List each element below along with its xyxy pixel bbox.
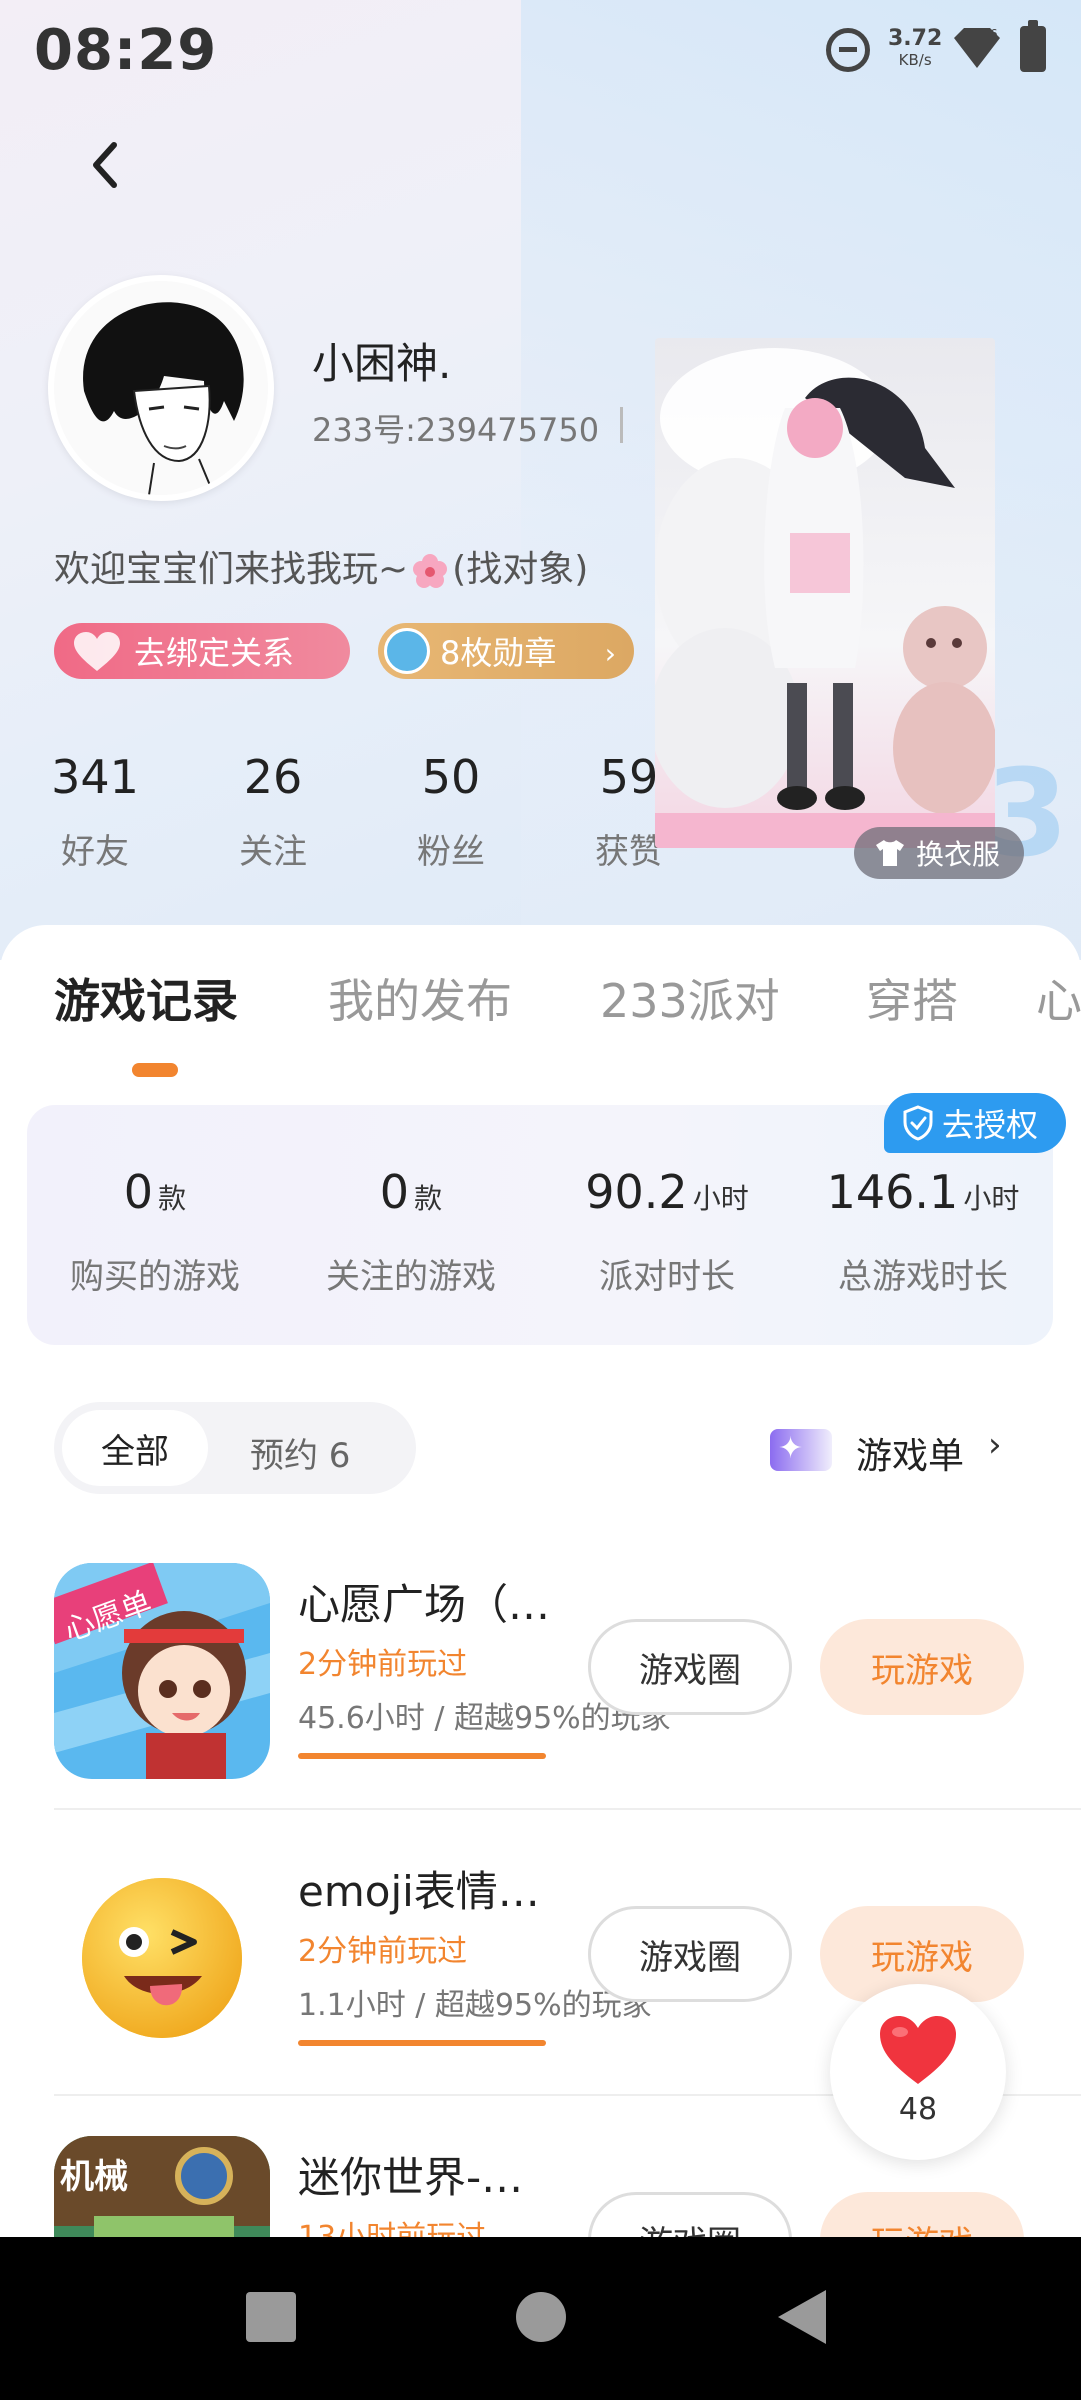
profile-stats: 341 好友 26 关注 50 粉丝 59 获赞 (30, 750, 670, 880)
avatar-character-figure[interactable] (655, 338, 995, 848)
play-game-button[interactable]: 玩游戏 (820, 1619, 1024, 1715)
last-played: 13小时前玩过 (298, 2212, 486, 2237)
sparkle-icon (770, 1429, 832, 1471)
flower-emoji-icon (413, 554, 448, 588)
filter-reserve[interactable]: 预约 6 (250, 1428, 350, 1477)
tab-233-party[interactable]: 233派对 (600, 965, 780, 1031)
tab-game-records[interactable]: 游戏记录 (54, 965, 238, 1031)
game-circle-button[interactable]: 游戏圈 (588, 1619, 792, 1715)
tab-outfits[interactable]: 穿搭 (866, 965, 958, 1031)
signal-icon: 6 (954, 27, 1000, 68)
medal-icon (384, 628, 430, 674)
play-game-button[interactable]: 玩游戏 (820, 2192, 1024, 2237)
status-time: 08:29 (34, 18, 218, 83)
game-list-link[interactable]: 游戏单 › (770, 1425, 1030, 1477)
summary-party-time[interactable]: 90.2 小时 派对时长 (539, 1165, 795, 1298)
avatar-illustration (54, 281, 268, 495)
nickname: 小困神. (312, 339, 452, 388)
heart-icon (880, 2016, 956, 2084)
network-speed: 3.72 KB/s (888, 26, 943, 69)
medals-button[interactable]: 8枚勋章 › (378, 623, 634, 679)
last-played: 2分钟前玩过 (298, 1647, 468, 1682)
home-button[interactable] (516, 2292, 566, 2342)
play-progress-bar (298, 2040, 546, 2046)
do-not-disturb-icon (826, 28, 870, 72)
svg-text:6: 6 (990, 27, 998, 41)
game-title: 迷你世界-… (298, 2153, 524, 2202)
status-bar: 08:29 3.72 KB/s 6 (0, 0, 1081, 110)
game-icon-mini-world[interactable]: 机械 (54, 2136, 270, 2237)
nav-back-button[interactable] (778, 2290, 826, 2344)
back-arrow-icon[interactable] (80, 135, 130, 195)
divider (54, 1808, 1081, 1810)
game-icon-emoji[interactable] (54, 1850, 270, 2066)
play-progress-bar (298, 1753, 546, 1759)
character-illustration (655, 348, 995, 848)
stat-friends[interactable]: 341 好友 (30, 750, 160, 873)
heart-icon (74, 632, 120, 671)
summary-followed[interactable]: 0 款 关注的游戏 (283, 1165, 539, 1298)
game-row[interactable]: 心愿单 心愿广场（… 2分钟前玩过 45.6小时 / 超越95%的玩家 游戏圈 … (0, 1563, 1081, 1848)
summary-total-time[interactable]: 146.1 小时 总游戏时长 (795, 1165, 1051, 1298)
last-played: 2分钟前玩过 (298, 1934, 468, 1969)
chevron-right-icon: › (988, 1425, 1002, 1465)
game-title: emoji表情… (298, 1867, 540, 1916)
play-hours: 1.1小时 / 超越95%的玩家 (298, 1988, 652, 2023)
game-title: 心愿广场（… (298, 1580, 551, 1629)
profile-tabs: 游戏记录 我的发布 233派对 穿搭 心 (0, 965, 1081, 1055)
svg-text:机械: 机械 (60, 2157, 128, 2197)
id-separator (620, 407, 623, 443)
user-id[interactable]: 233号:239475750 (312, 405, 599, 451)
stat-fans[interactable]: 50 粉丝 (386, 750, 516, 873)
battery-icon (1020, 20, 1046, 72)
avatar[interactable] (48, 275, 274, 501)
like-count: 48 (898, 2092, 938, 2127)
change-outfit-button[interactable]: 换衣服 (854, 827, 1024, 879)
game-icon-wish-plaza[interactable]: 心愿单 (54, 1563, 270, 1779)
filter-all[interactable]: 全部 (62, 1410, 208, 1486)
active-tab-indicator (132, 1063, 178, 1077)
like-floating-button[interactable]: 48 (830, 1984, 1006, 2160)
shield-check-icon (903, 1105, 933, 1141)
game-circle-button[interactable]: 游戏圈 (588, 1906, 792, 2002)
recent-apps-button[interactable] (246, 2292, 296, 2342)
authorize-button[interactable]: 去授权 (884, 1093, 1066, 1153)
shirt-icon (876, 840, 904, 866)
game-circle-button[interactable]: 游戏圈 (588, 2192, 792, 2237)
summary-purchased[interactable]: 0 款 购买的游戏 (27, 1165, 283, 1298)
game-filter-segmented: 全部 预约 6 (54, 1402, 416, 1494)
tab-my-posts[interactable]: 我的发布 (328, 965, 512, 1031)
bind-relationship-button[interactable]: 去绑定关系 (54, 623, 350, 679)
tab-more[interactable]: 心 (1036, 965, 1081, 1031)
chevron-right-icon: › (604, 637, 616, 670)
stat-following[interactable]: 26 关注 (208, 750, 338, 873)
bio: 欢迎宝宝们来找我玩~ (找对象) (54, 549, 589, 590)
